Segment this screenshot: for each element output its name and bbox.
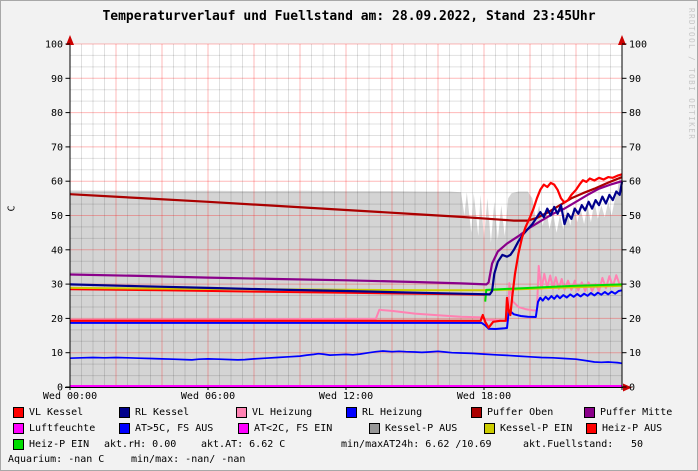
legend-label: Heiz-P AUS (602, 423, 662, 434)
svg-text:20: 20 (629, 314, 641, 325)
svg-text:50: 50 (629, 211, 641, 222)
legend-item-vl-kessel: VL Kessel (13, 406, 83, 418)
heiz-p-aus-swatch (586, 423, 597, 434)
puffer-oben-swatch (471, 407, 482, 418)
legend-item-rl-kessel: RL Kessel (119, 406, 189, 418)
legend-label: VL Heizung (252, 407, 312, 418)
legend-item-puffer-mitte: Puffer Mitte (584, 406, 672, 418)
svg-text:100: 100 (629, 40, 647, 51)
svg-text:60: 60 (51, 177, 63, 188)
rrd-graph: Temperaturverlauf und Fuellstand am: 28.… (0, 0, 698, 471)
svg-text:10: 10 (629, 348, 641, 359)
x-axis-label: Wed 18:00 (444, 391, 524, 402)
svg-text:90: 90 (51, 74, 63, 85)
legend-label: Puffer Mitte (600, 407, 672, 418)
chart-canvas: 0010102020303040405050606070708080909010… (1, 1, 698, 405)
legend-item-kessel-p-ein: Kessel-P EIN (484, 422, 572, 434)
y-axis-unit-label: C (7, 205, 18, 211)
svg-text:50: 50 (51, 211, 63, 222)
svg-text:30: 30 (51, 280, 63, 291)
rrdtool-watermark: RRDTOOL / TOBI OETIKER (687, 8, 696, 140)
vl-heizung-swatch (236, 407, 247, 418)
legend-label: Heiz-P EIN (29, 439, 89, 450)
legend-label: RL Kessel (135, 407, 189, 418)
kessel-p-ein-swatch (484, 423, 495, 434)
legend-label: Luftfeuchte (29, 423, 95, 434)
legend-item-heiz-p-aus: Heiz-P AUS (586, 422, 662, 434)
status-aquarium-minmax: min/max: -nan/ -nan (131, 454, 245, 466)
legend-label: Kessel-P AUS (385, 423, 457, 434)
status-aquarium: Aquarium: -nan C (8, 454, 104, 466)
puffer-mitte-swatch (584, 407, 595, 418)
legend-item-rl-heizung: RL Heizung (346, 406, 422, 418)
legend-item-at-gt5: AT>5C, FS AUS (119, 422, 213, 434)
svg-text:80: 80 (51, 108, 63, 119)
heiz-p-ein-swatch (13, 439, 24, 450)
vl-kessel-swatch (13, 407, 24, 418)
status-akt-at: akt.AT: 6.62 C (201, 439, 285, 451)
svg-text:20: 20 (51, 314, 63, 325)
legend-item-heiz-p-ein: Heiz-P EIN (13, 438, 89, 450)
svg-text:40: 40 (51, 245, 63, 256)
legend-label: RL Heizung (362, 407, 422, 418)
x-axis-label: Wed 06:00 (168, 391, 248, 402)
status-fuellstand-label: akt.Fuellstand: (523, 439, 613, 451)
svg-text:60: 60 (629, 177, 641, 188)
legend-label: Puffer Oben (487, 407, 553, 418)
legend-item-at-lt2: AT<2C, FS EIN (238, 422, 332, 434)
status-minmax-at: min/maxAT24h: 6.62 /10.69 (341, 439, 492, 451)
svg-text:70: 70 (51, 142, 63, 153)
x-axis-label: Wed 00:00 (30, 391, 110, 402)
svg-text:10: 10 (51, 348, 63, 359)
svg-text:100: 100 (45, 40, 63, 51)
legend-item-luftfeuchte: Luftfeuchte (13, 422, 95, 434)
svg-text:70: 70 (629, 142, 641, 153)
legend-label: VL Kessel (29, 407, 83, 418)
status-akt-rh: akt.rH: 0.00 (104, 439, 176, 451)
legend-item-kessel-p-aus: Kessel-P AUS (369, 422, 457, 434)
rl-kessel-swatch (119, 407, 130, 418)
luftfeuchte-swatch (13, 423, 24, 434)
kessel-p-aus-swatch (369, 423, 380, 434)
status-fuellstand-value: 50 (631, 439, 643, 451)
svg-text:90: 90 (629, 74, 641, 85)
svg-text:30: 30 (629, 280, 641, 291)
legend-label: AT>5C, FS AUS (135, 423, 213, 434)
svg-text:40: 40 (629, 245, 641, 256)
legend-label: Kessel-P EIN (500, 423, 572, 434)
at-lt2-swatch (238, 423, 249, 434)
at-gt5-swatch (119, 423, 130, 434)
svg-text:0: 0 (629, 383, 635, 394)
legend-item-puffer-oben: Puffer Oben (471, 406, 553, 418)
legend-label: AT<2C, FS EIN (254, 423, 332, 434)
svg-text:80: 80 (629, 108, 641, 119)
x-axis-label: Wed 12:00 (306, 391, 386, 402)
rl-heizung-swatch (346, 407, 357, 418)
legend-item-vl-heizung: VL Heizung (236, 406, 312, 418)
